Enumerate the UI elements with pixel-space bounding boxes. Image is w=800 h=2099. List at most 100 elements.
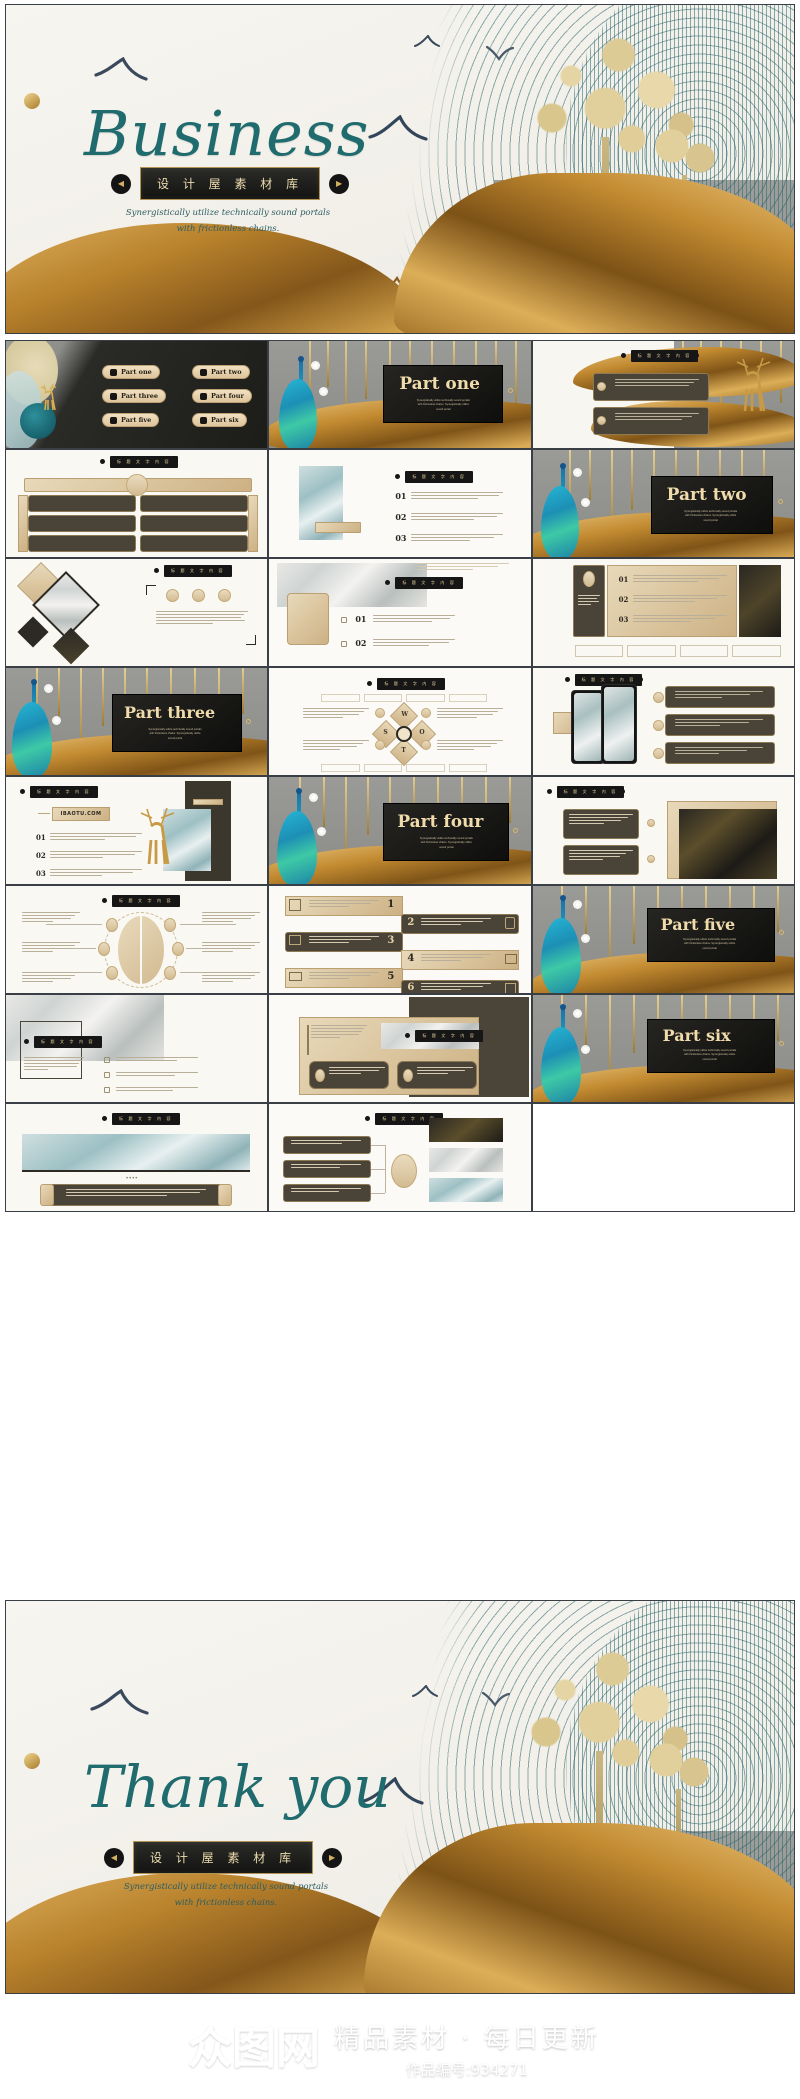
body-text: [674, 719, 763, 728]
slide-title-plate: 标 题 文 字 内 容: [30, 786, 98, 798]
checkbox-icon[interactable]: [104, 1072, 110, 1078]
thumbnail-org-chart-slide[interactable]: 标 题 文 字 内 容: [269, 1104, 531, 1211]
prev-arrow-button[interactable]: ◀: [104, 1847, 124, 1868]
thumb-image: [429, 1178, 504, 1202]
item-number: 02: [355, 638, 367, 648]
body-text: [202, 912, 260, 924]
thumbnail-section-part-two[interactable]: Part two Synergistically utilize technic…: [532, 450, 794, 557]
body-text: [373, 639, 456, 648]
thumbnail-table-slide[interactable]: 标 题 文 字 内 容: [6, 450, 268, 557]
thumbnail-website-deer-slide[interactable]: 标 题 文 字 内 容 IBAOTU.COM 01 02 03: [6, 777, 268, 884]
feature-icon: [218, 589, 231, 602]
menu-item-part-four[interactable]: Part four: [192, 389, 252, 403]
thumbnail-section-part-five[interactable]: Part five Synergistically utilize techni…: [532, 886, 794, 993]
thumbnail-circular-infographic[interactable]: 标 题 文 字 内 容: [6, 886, 268, 993]
thumbnail-section-part-one[interactable]: Part one Synergistically utilize technic…: [269, 341, 531, 448]
chart-icon: [505, 983, 517, 993]
menu-item-part-one[interactable]: Part one: [102, 365, 160, 379]
gold-gem-dot: [24, 93, 40, 109]
bullet-ring-icon: [652, 720, 664, 731]
thumbnail-numbered-list[interactable]: 标 题 文 字 内 容 01 02 03: [269, 450, 531, 557]
thumbnail-overlay-layout[interactable]: 标 题 文 字 内 容: [269, 995, 531, 1102]
body-text: [116, 1087, 198, 1093]
slide-thumbnail-grid: Part one Part two Part three Part four P…: [5, 340, 795, 1212]
body-text: [437, 740, 504, 752]
peacock-illustration: [275, 356, 321, 448]
thumbnail-marble-checklist[interactable]: 标 题 文 字 内 容: [6, 995, 268, 1102]
body-text: [632, 595, 727, 604]
thumbnail-diamond-gallery[interactable]: 标 题 文 字 内 容: [6, 559, 268, 666]
cover-subtitle-line1: Synergistically utilize technically soun…: [125, 208, 331, 218]
section-label: Part two: [666, 485, 747, 505]
body-text: [309, 900, 380, 909]
watermark-logo: 众图网: [188, 2023, 320, 2074]
body-text: [303, 708, 370, 720]
divider-right: [536, 2069, 563, 2070]
marble-dark-image: [678, 809, 777, 879]
checkbox-icon[interactable]: [104, 1087, 110, 1093]
body-text: [632, 615, 727, 624]
thumbnail-content-deer[interactable]: 标 题 文 字 内 容: [532, 341, 794, 448]
info-icon: [106, 966, 118, 980]
panel-icon: [582, 571, 595, 587]
prev-arrow-button[interactable]: ◀: [111, 173, 131, 194]
body-text: [417, 563, 510, 572]
checkbox-icon[interactable]: [341, 617, 348, 623]
thumb-image: [429, 1118, 504, 1142]
thumbnail-quote-checklist[interactable]: 标 题 文 字 内 容 01 02: [269, 559, 531, 666]
body-text: [22, 972, 80, 984]
thumbnail-swot-slide[interactable]: 标 题 文 字 内 容 W S O T: [269, 668, 531, 775]
thumbnail-section-part-four[interactable]: Part four Synergistically utilize techni…: [269, 777, 531, 884]
bag-icon: [505, 917, 516, 929]
flower-icon: [572, 1009, 582, 1018]
section-subtitle: Synergistically utilize technically soun…: [683, 1049, 737, 1061]
checkbox-icon[interactable]: [341, 641, 348, 647]
page-title: Business: [84, 97, 370, 170]
calendar-icon: [289, 899, 302, 911]
section-subtitle: Synergistically utilize technically soun…: [416, 399, 470, 411]
brand-plate: 设 计 屋 素 材 库: [133, 1841, 314, 1874]
flower-icon: [580, 934, 590, 943]
thumbnail-phone-mockup[interactable]: 标 题 文 字 内 容: [532, 668, 794, 775]
body-text: [309, 972, 380, 981]
ink-image: [22, 1134, 250, 1170]
menu-item-part-six[interactable]: Part six: [192, 413, 247, 427]
table-cell: [28, 495, 136, 512]
body-text: [202, 972, 260, 984]
step-number: 6: [407, 982, 415, 993]
thumbnail-dark-marble-content[interactable]: 标 题 文 字 内 容: [532, 777, 794, 884]
body-text: [614, 413, 699, 422]
thumbnail-section-part-six[interactable]: Part six Synergistically utilize technic…: [532, 995, 794, 1102]
step-number: 1: [387, 899, 395, 910]
board-icon: [289, 935, 302, 945]
thumbnail-three-item-panel[interactable]: 01 02 03: [532, 559, 794, 666]
menu-item-part-five[interactable]: Part five: [102, 413, 160, 427]
inbox-icon: [505, 954, 518, 964]
golden-deer-icon: [730, 353, 776, 432]
body-text: [421, 918, 492, 927]
section-label: Part six: [662, 1026, 731, 1045]
thumbnail-section-part-three[interactable]: Part three Synergistically utilize techn…: [6, 668, 268, 775]
next-arrow-button[interactable]: ▶: [322, 1847, 343, 1868]
checkbox-icon[interactable]: [104, 1057, 110, 1063]
body-text: [50, 869, 142, 878]
menu-item-part-two[interactable]: Part two: [192, 365, 250, 379]
body-text: [116, 1072, 198, 1078]
body-text: [66, 1189, 206, 1198]
info-icon: [164, 966, 176, 980]
cover-subtitle-line2: with frictionless chains.: [176, 224, 280, 235]
thumbnail-wide-banner-slide[interactable]: 标 题 文 字 内 容 ••••: [6, 1104, 268, 1211]
body-text: [156, 611, 248, 625]
item-number: 02: [395, 512, 407, 522]
menu-item-part-three[interactable]: Part three: [102, 389, 167, 403]
thumbnail-six-step-arrows[interactable]: 1 2 3 4 5 6: [269, 886, 531, 993]
step-number: 5: [387, 971, 395, 982]
slide-title-plate: 标 题 文 字 内 容: [110, 456, 178, 468]
thumbnail-menu-slide[interactable]: Part one Part two Part three Part four P…: [6, 341, 268, 448]
watermark-code: 作品编号:934271: [405, 2061, 529, 2079]
slide-title-plate: 标 题 文 字 内 容: [395, 577, 464, 589]
next-arrow-button[interactable]: ▶: [329, 173, 350, 194]
slide-title-plate: 标 题 文 字 内 容: [164, 565, 232, 577]
feature-icon: [192, 589, 205, 602]
step-number: 4: [407, 953, 415, 964]
